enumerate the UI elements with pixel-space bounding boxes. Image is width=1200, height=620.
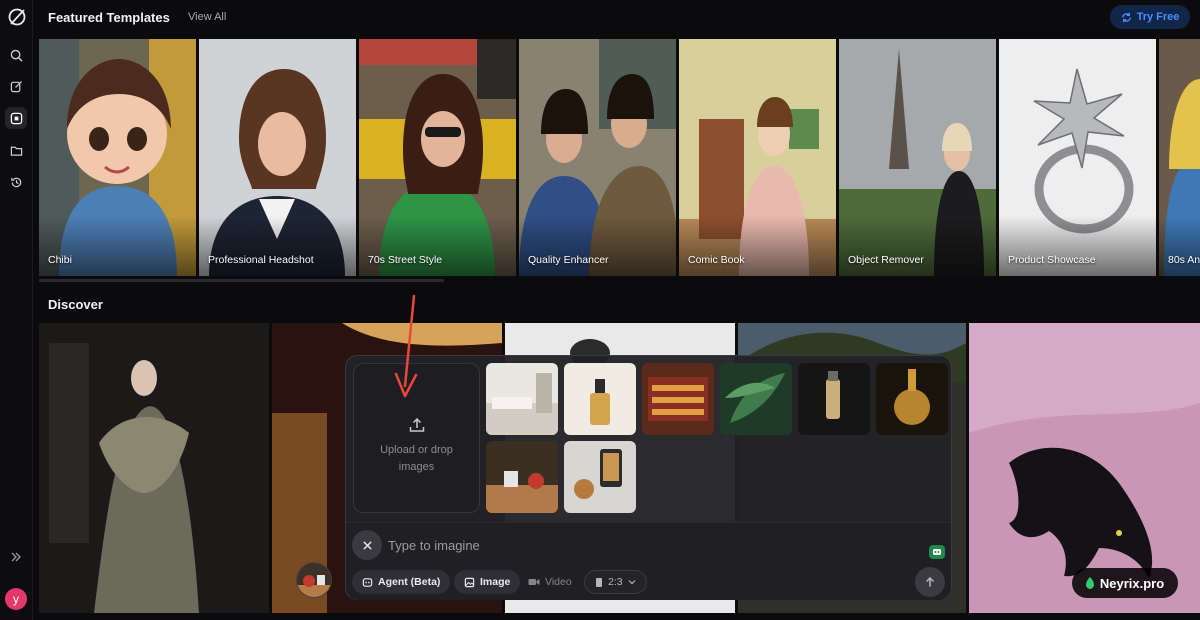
try-free-label: Try Free: [1136, 11, 1180, 23]
agent-mode-button[interactable]: Agent (Beta): [352, 570, 451, 594]
aspect-ratio-icon: [596, 577, 602, 587]
image-mode-button[interactable]: Image: [454, 570, 521, 594]
avatar[interactable]: y: [5, 588, 27, 610]
send-button[interactable]: [915, 567, 945, 597]
watermark-badge: Neyrix.pro: [1072, 568, 1178, 598]
history-icon[interactable]: [5, 171, 27, 193]
logo-icon[interactable]: [7, 7, 27, 27]
aspect-ratio-value: 2:3: [608, 576, 623, 588]
template-label: Chibi: [48, 254, 72, 266]
upload-icon: [409, 417, 425, 432]
template-label: Quality Enhancer: [528, 254, 609, 266]
template-card-comic-book[interactable]: Comic Book: [679, 39, 836, 276]
templates-icon[interactable]: [5, 107, 27, 129]
arrow-up-icon: [925, 576, 935, 587]
agent-mode-label: Agent (Beta): [378, 576, 441, 588]
video-mode-label: Video: [545, 576, 572, 588]
upload-text: Upload or drop images: [380, 444, 453, 473]
discover-tile[interactable]: [39, 323, 269, 613]
view-all-link[interactable]: View All: [188, 11, 226, 23]
template-card-product-showcase[interactable]: Product Showcase: [999, 39, 1156, 276]
template-label: Comic Book: [688, 254, 745, 266]
clear-button[interactable]: [352, 530, 382, 560]
discover-title: Discover: [48, 297, 103, 312]
template-label: 80s Ani: [1168, 254, 1200, 266]
example-thumbnail[interactable]: [486, 363, 558, 435]
example-thumbnail[interactable]: [876, 363, 948, 435]
example-thumbnail[interactable]: [486, 441, 558, 513]
history-thumbnail[interactable]: [296, 562, 332, 598]
template-card-70s-street-style[interactable]: 70s Street Style: [359, 39, 516, 276]
prompt-input[interactable]: [388, 532, 868, 558]
example-thumbnail[interactable]: [798, 363, 870, 435]
try-free-button[interactable]: Try Free: [1110, 5, 1190, 29]
example-thumbnail[interactable]: [564, 363, 636, 435]
template-card-professional-headshot[interactable]: Professional Headshot: [199, 39, 356, 276]
search-icon[interactable]: [5, 44, 27, 66]
prompt-bar: Agent (Beta) Image Video 2:3: [346, 522, 951, 600]
page-title: Featured Templates: [48, 10, 170, 25]
template-label: Product Showcase: [1008, 254, 1096, 266]
video-icon: [528, 579, 540, 585]
example-thumbnail[interactable]: [720, 363, 792, 435]
discover-image: [39, 323, 269, 613]
image-mode-label: Image: [480, 576, 511, 588]
assistant-badge-icon[interactable]: [929, 545, 945, 559]
template-card-quality-enhancer[interactable]: Quality Enhancer: [519, 39, 676, 276]
template-label: Professional Headshot: [208, 254, 314, 266]
video-mode-button[interactable]: Video: [518, 570, 582, 594]
example-thumbnail[interactable]: [564, 441, 636, 513]
template-label: Object Remover: [848, 254, 924, 266]
chevron-down-icon: [628, 580, 636, 585]
template-card-80s-anime[interactable]: 80s Ani: [1159, 39, 1200, 276]
horizontal-scrollbar[interactable]: [39, 279, 444, 282]
template-card-chibi[interactable]: Chibi: [39, 39, 196, 276]
agent-icon: [362, 577, 373, 587]
prompt-composer: Upload or drop images Agent (Beta): [345, 355, 952, 600]
edit-icon[interactable]: [5, 75, 27, 97]
aspect-ratio-dropdown[interactable]: 2:3: [584, 570, 647, 594]
left-sidebar: y: [0, 0, 33, 620]
close-icon: [362, 540, 372, 550]
image-icon: [464, 577, 475, 587]
annotation-arrow: [394, 294, 418, 398]
template-label: 70s Street Style: [368, 254, 443, 266]
leaf-icon: [1085, 577, 1094, 589]
featured-templates-row: Chibi Professional Headshot 70s Street S…: [39, 39, 1200, 276]
double-chevron-right-icon[interactable]: [5, 546, 27, 568]
watermark-text: Neyrix.pro: [1099, 575, 1165, 591]
folder-icon[interactable]: [5, 139, 27, 161]
refresh-icon: [1121, 12, 1131, 22]
example-thumbnail[interactable]: [642, 363, 714, 435]
template-card-object-remover[interactable]: Object Remover: [839, 39, 996, 276]
